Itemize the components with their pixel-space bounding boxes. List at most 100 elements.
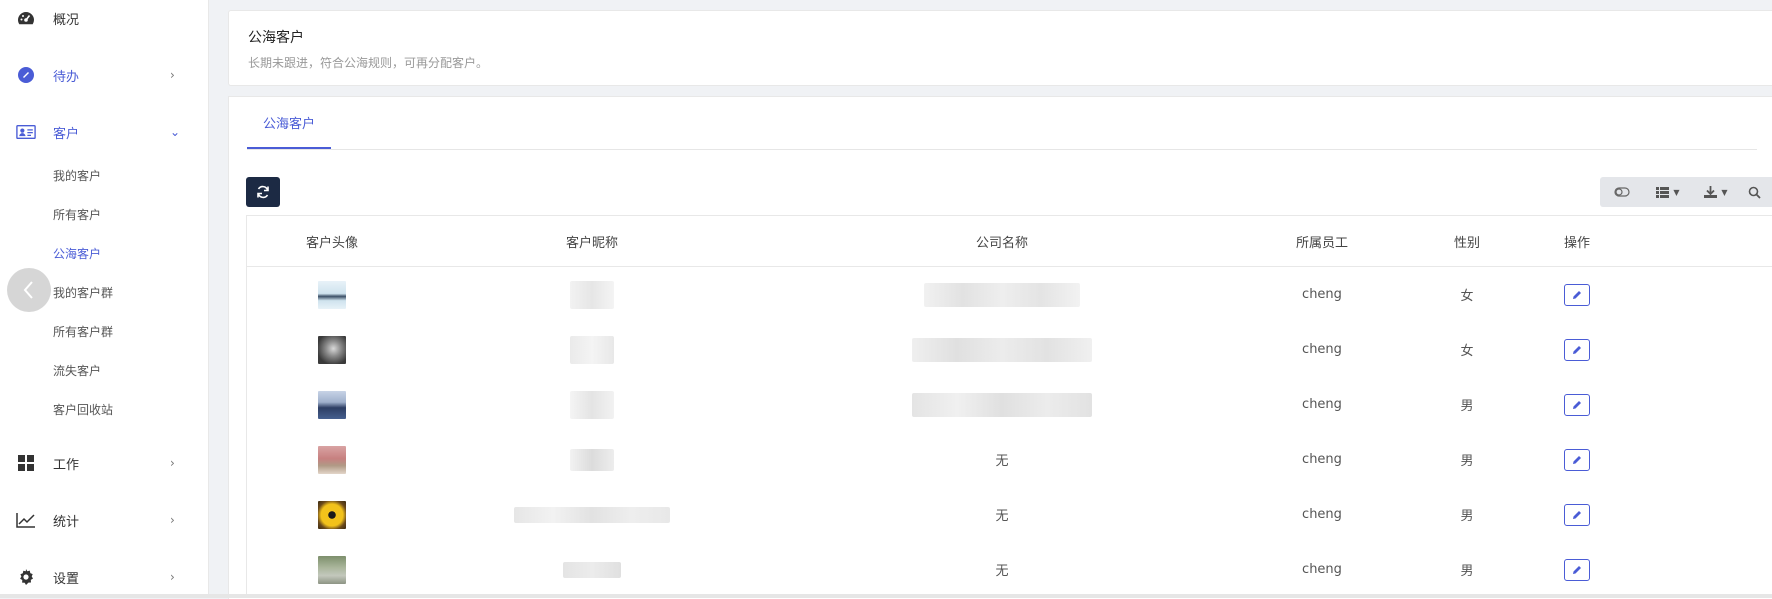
column-header-actions[interactable]: 操作 [1527,216,1627,266]
column-header-nickname[interactable]: 客户昵称 [417,216,767,266]
columns-dropdown-button[interactable]: ▼ [1644,177,1692,207]
chevron-right-icon: › [170,513,175,527]
nickname-cell [417,487,767,542]
grid-icon [16,453,36,473]
download-icon [1704,186,1718,198]
table-row: cheng 女 [247,322,1772,377]
blurred-nickname [563,561,621,578]
carousel-prev-button[interactable] [7,268,51,312]
edit-button[interactable] [1564,448,1590,471]
avatar-cell [247,432,417,487]
edit-button[interactable] [1564,338,1590,361]
table-row: 无 cheng 男 [247,432,1772,487]
sidebar-item-overview[interactable]: 概况 [0,3,208,33]
sidebar-subitem-lost-customers[interactable]: 流失客户 [53,362,101,379]
company-cell [767,377,1237,432]
table-header: 客户头像 客户昵称 公司名称 所属员工 性别 操作 [247,216,1772,267]
tab-bar: 公海客户 [247,97,1757,150]
sidebar-item-statistics[interactable]: 统计 › [0,505,208,535]
sidebar-item-todo[interactable]: 待办 › [0,60,208,90]
page-description: 长期未跟进，符合公海规则，可再分配客户。 [248,56,489,70]
avatar [318,390,346,419]
nickname-cell [417,322,767,377]
gender-cell: 男 [1460,454,1474,469]
gender-cell: 女 [1460,289,1474,304]
actions-cell [1527,542,1627,597]
sidebar-item-label: 客户 [53,126,80,142]
nickname-cell [417,432,767,487]
main-panel: 公海客户 ▼ ▼ 客户头像 客户昵称 公司名称 所属员工 性别 操作 cheng… [228,96,1772,599]
blurred-nickname [514,506,670,523]
edit-button[interactable] [1564,283,1590,306]
company-cell [767,322,1237,377]
nickname-cell [417,542,767,597]
avatar-cell [247,377,417,432]
sidebar-item-settings[interactable]: 设置 › [0,562,208,592]
pencil-icon [1573,565,1581,574]
sidebar-subitem-all-customers[interactable]: 所有客户 [53,206,101,223]
sidebar-subitem-all-customer-groups[interactable]: 所有客户群 [53,323,113,340]
blurred-nickname [570,390,614,419]
sidebar-subitem-my-customers[interactable]: 我的客户 [53,167,101,184]
blurred-nickname [570,280,614,309]
sidebar-item-label: 工作 [53,457,80,473]
page-header: 公海客户 长期未跟进，符合公海规则，可再分配客户。 [228,10,1772,86]
avatar [318,500,346,529]
sidebar-item-label: 概况 [53,12,80,28]
toggle-view-button[interactable] [1600,177,1644,207]
pencil-icon [1573,510,1581,519]
contact-card-icon [16,122,36,142]
bottom-scrollbar[interactable] [0,594,1772,598]
sidebar-subitem-my-customer-groups[interactable]: 我的客户群 [53,284,113,301]
edit-button[interactable] [1564,503,1590,526]
sidebar-subitem-public-customers[interactable]: 公海客户 [53,245,101,262]
employee-cell: cheng [1302,452,1342,467]
caret-down-icon: ▼ [1721,187,1728,197]
actions-cell [1527,322,1627,377]
actions-cell [1527,432,1627,487]
gender-cell: 男 [1460,509,1474,524]
todo-icon [16,65,36,85]
avatar [318,335,346,364]
avatar-cell [247,267,417,322]
actions-cell [1527,267,1627,322]
sidebar-subitem-customer-recycle-bin[interactable]: 客户回收站 [53,401,113,418]
table-row: cheng 女 [247,267,1772,322]
table-row: cheng 男 [247,377,1772,432]
customer-table: 客户头像 客户昵称 公司名称 所属员工 性别 操作 cheng 女 cheng … [246,215,1772,597]
actions-cell [1527,487,1627,542]
company-cell: 无 [995,564,1009,579]
sidebar-item-customer[interactable]: 客户 ⌄ [0,117,208,147]
edit-button[interactable] [1564,558,1590,581]
gender-cell: 男 [1460,399,1474,414]
table-row: 无 cheng 男 [247,487,1772,542]
page-title: 公海客户 [248,30,304,46]
export-dropdown-button[interactable]: ▼ [1692,177,1740,207]
refresh-button[interactable] [246,177,280,207]
employee-cell: cheng [1302,507,1342,522]
column-header-employee[interactable]: 所属员工 [1237,216,1407,266]
column-header-avatar[interactable]: 客户头像 [247,216,417,266]
caret-down-icon: ▼ [1673,187,1680,197]
tab-public-customers[interactable]: 公海客户 [247,97,332,149]
blurred-nickname [570,335,614,364]
refresh-icon [257,185,269,199]
company-cell: 无 [995,509,1009,524]
table-toolbar: ▼ ▼ [1600,177,1740,207]
gender-cell: 女 [1460,344,1474,359]
column-header-gender[interactable]: 性别 [1407,216,1527,266]
sidebar-item-label: 统计 [53,514,80,530]
sidebar-item-label: 设置 [53,571,80,587]
sidebar-item-work[interactable]: 工作 › [0,448,208,478]
edit-button[interactable] [1564,393,1590,416]
employee-cell: cheng [1302,342,1342,357]
search-button[interactable] [1736,177,1772,207]
column-header-company[interactable]: 公司名称 [767,216,1237,266]
pencil-icon [1573,290,1581,299]
avatar-cell [247,542,417,597]
sidebar-item-label: 待办 [53,69,80,85]
list-icon [1656,186,1670,198]
toggle-icon [1614,187,1630,197]
avatar [318,555,346,584]
company-cell: 无 [995,454,1009,469]
